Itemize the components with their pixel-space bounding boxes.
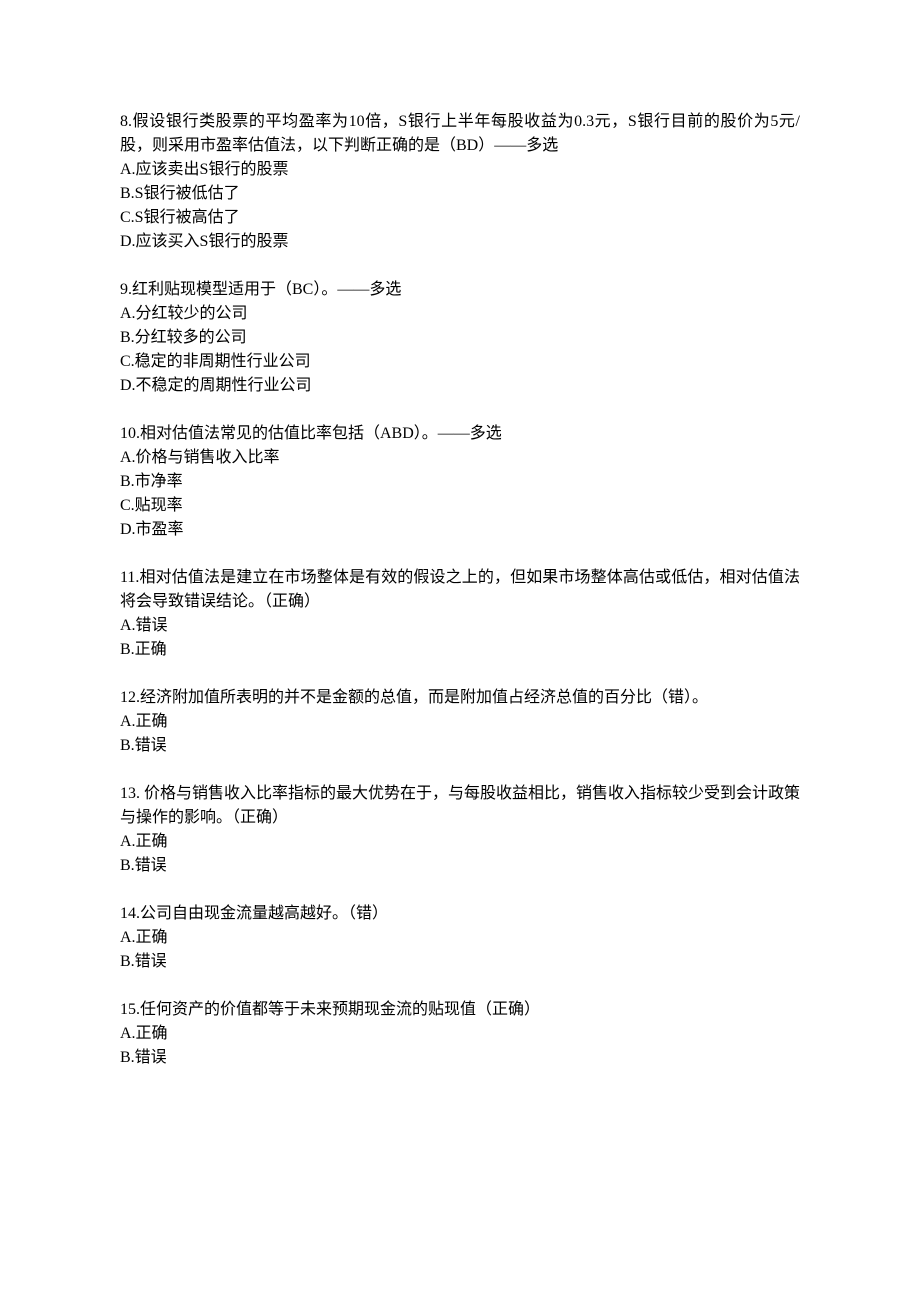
document-content: 8.假设银行类股票的平均盈率为10倍，S银行上半年每股收益为0.3元，S银行目前… xyxy=(120,110,800,1070)
option-a: A.正确 xyxy=(120,830,800,854)
option-b: B.错误 xyxy=(120,1046,800,1070)
option-a: A.错误 xyxy=(120,614,800,638)
question-stem: 8.假设银行类股票的平均盈率为10倍，S银行上半年每股收益为0.3元，S银行目前… xyxy=(120,110,800,158)
option-d: D.不稳定的周期性行业公司 xyxy=(120,374,800,398)
question-stem: 13. 价格与销售收入比率指标的最大优势在于，与每股收益相比，销售收入指标较少受… xyxy=(120,782,800,830)
option-b: B.市净率 xyxy=(120,470,800,494)
option-b: B.S银行被低估了 xyxy=(120,182,800,206)
option-c: C.稳定的非周期性行业公司 xyxy=(120,350,800,374)
option-a: A.应该卖出S银行的股票 xyxy=(120,158,800,182)
option-b: B.错误 xyxy=(120,854,800,878)
option-a: A.正确 xyxy=(120,710,800,734)
option-a: A.分红较少的公司 xyxy=(120,302,800,326)
option-a: A.正确 xyxy=(120,1022,800,1046)
option-c: C.S银行被高估了 xyxy=(120,206,800,230)
option-d: D.应该买入S银行的股票 xyxy=(120,230,800,254)
question-stem: 11.相对估值法是建立在市场整体是有效的假设之上的，但如果市场整体高估或低估，相… xyxy=(120,566,800,614)
question-stem: 9.红利贴现模型适用于（BC）。——多选 xyxy=(120,278,800,302)
question-stem: 14.公司自由现金流量越高越好。（错） xyxy=(120,902,800,926)
option-b: B.正确 xyxy=(120,638,800,662)
question-15: 15.任何资产的价值都等于未来预期现金流的贴现值（正确） A.正确 B.错误 xyxy=(120,998,800,1070)
question-stem: 15.任何资产的价值都等于未来预期现金流的贴现值（正确） xyxy=(120,998,800,1022)
option-b: B.分红较多的公司 xyxy=(120,326,800,350)
question-12: 12.经济附加值所表明的并不是金额的总值，而是附加值占经济总值的百分比（错）。 … xyxy=(120,686,800,758)
question-stem: 12.经济附加值所表明的并不是金额的总值，而是附加值占经济总值的百分比（错）。 xyxy=(120,686,800,710)
option-a: A.价格与销售收入比率 xyxy=(120,446,800,470)
question-8: 8.假设银行类股票的平均盈率为10倍，S银行上半年每股收益为0.3元，S银行目前… xyxy=(120,110,800,254)
question-9: 9.红利贴现模型适用于（BC）。——多选 A.分红较少的公司 B.分红较多的公司… xyxy=(120,278,800,398)
question-13: 13. 价格与销售收入比率指标的最大优势在于，与每股收益相比，销售收入指标较少受… xyxy=(120,782,800,878)
option-b: B.错误 xyxy=(120,734,800,758)
question-11: 11.相对估值法是建立在市场整体是有效的假设之上的，但如果市场整体高估或低估，相… xyxy=(120,566,800,662)
question-10: 10.相对估值法常见的估值比率包括（ABD）。——多选 A.价格与销售收入比率 … xyxy=(120,422,800,542)
question-14: 14.公司自由现金流量越高越好。（错） A.正确 B.错误 xyxy=(120,902,800,974)
option-c: C.贴现率 xyxy=(120,494,800,518)
option-a: A.正确 xyxy=(120,926,800,950)
question-stem: 10.相对估值法常见的估值比率包括（ABD）。——多选 xyxy=(120,422,800,446)
option-d: D.市盈率 xyxy=(120,518,800,542)
option-b: B.错误 xyxy=(120,950,800,974)
